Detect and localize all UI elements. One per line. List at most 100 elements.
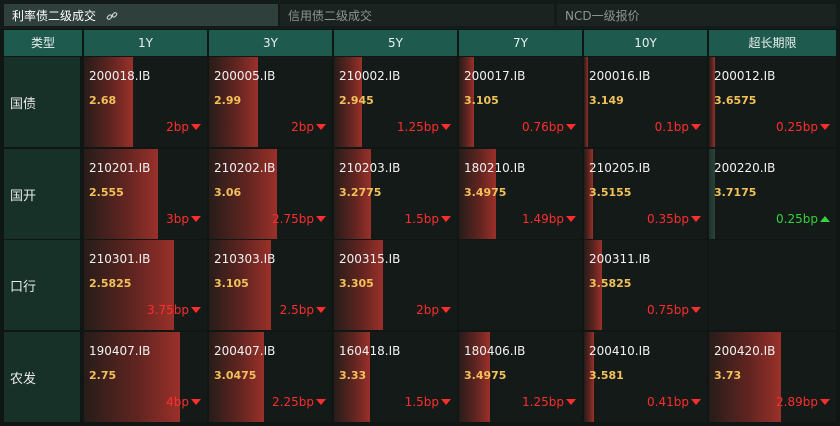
bond-code: 200017.IB <box>464 69 526 83</box>
triangle-down-icon <box>566 124 576 130</box>
row-label: 国开 <box>4 149 80 239</box>
bond-yield: 3.7175 <box>714 186 757 199</box>
bond-yield: 3.4975 <box>464 369 507 382</box>
yield-change-value: 0.1bp <box>654 120 689 134</box>
yield-change-value: 2.25bp <box>272 395 314 409</box>
yield-change: 0.35bp <box>647 212 701 226</box>
bond-cell-7y[interactable]: 200017.IB 3.105 0.76bp <box>459 57 582 147</box>
bond-yield: 2.555 <box>89 186 124 199</box>
bond-code: 200420.IB <box>714 344 776 358</box>
triangle-down-icon <box>691 307 701 313</box>
bond-code: 180210.IB <box>464 161 526 175</box>
yield-change-value: 4bp <box>166 395 189 409</box>
triangle-down-icon <box>441 124 451 130</box>
bond-cell-5y[interactable]: 210203.IB 3.2775 1.5bp <box>334 149 457 239</box>
bond-cell-10y[interactable]: 200016.IB 3.149 0.1bp <box>584 57 707 147</box>
bond-code: 210303.IB <box>214 252 276 266</box>
bond-cell-3y[interactable]: 200407.IB 3.0475 2.25bp <box>209 332 332 422</box>
yield-change: 2bp <box>291 120 326 134</box>
triangle-down-icon <box>316 216 326 222</box>
tab-rate-bond-secondary[interactable]: 利率债二级成交 <box>4 4 278 26</box>
triangle-down-icon <box>191 307 201 313</box>
bond-yield: 3.06 <box>214 186 242 199</box>
yield-change: 0.1bp <box>655 120 701 134</box>
bond-yield: 2.75 <box>89 369 117 382</box>
header-tenor-10y: 10Y <box>584 30 707 56</box>
yield-change-value: 2bp <box>416 303 439 317</box>
yield-change: 1.5bp <box>405 212 451 226</box>
link-icon[interactable] <box>106 10 118 22</box>
triangle-down-icon <box>691 216 701 222</box>
header-tenor-1y: 1Y <box>84 30 207 56</box>
bond-cell-3y[interactable]: 200005.IB 2.99 2bp <box>209 57 332 147</box>
bond-cell-10y[interactable]: 210205.IB 3.5155 0.35bp <box>584 149 707 239</box>
header-tenor-5y: 5Y <box>334 30 457 56</box>
tab-label: 信用债二级成交 <box>288 8 373 23</box>
bond-yield: 3.5825 <box>589 277 632 290</box>
bond-cell-7y <box>459 240 582 330</box>
bond-cell-ultra-long[interactable]: 200420.IB 3.73 2.89bp <box>709 332 836 422</box>
triangle-down-icon <box>441 216 451 222</box>
bond-cell-7y[interactable]: 180406.IB 3.4975 1.25bp <box>459 332 582 422</box>
header-tenor-7y: 7Y <box>459 30 582 56</box>
yield-change: 0.41bp <box>647 395 701 409</box>
bond-cell-7y[interactable]: 180210.IB 3.4975 1.49bp <box>459 149 582 239</box>
triangle-down-icon <box>191 399 201 405</box>
triangle-down-icon <box>441 399 451 405</box>
bond-cell-3y[interactable]: 210202.IB 3.06 2.75bp <box>209 149 332 239</box>
triangle-down-icon <box>691 399 701 405</box>
yield-change-value: 2.75bp <box>272 212 314 226</box>
triangle-up-icon <box>820 216 830 222</box>
yield-change: 3.75bp <box>147 303 201 317</box>
change-magnitude-bar <box>584 57 588 147</box>
bond-code: 210301.IB <box>89 252 151 266</box>
yield-change: 0.76bp <box>522 120 576 134</box>
bond-cell-3y[interactable]: 210303.IB 3.105 2.5bp <box>209 240 332 330</box>
yield-change-value: 1.25bp <box>397 120 439 134</box>
bond-cell-5y[interactable]: 200315.IB 3.305 2bp <box>334 240 457 330</box>
bond-cell-ultra-long[interactable]: 200220.IB 3.7175 0.25bp <box>709 149 836 239</box>
yield-change-value: 1.49bp <box>522 212 564 226</box>
yield-change-value: 0.25bp <box>776 120 818 134</box>
bond-code: 200220.IB <box>714 161 776 175</box>
yield-grid: 类型 1Y 3Y 5Y 7Y 10Y 超长期限 国债 200018.IB 2.68 2… <box>0 29 840 426</box>
bond-cell-10y[interactable]: 200410.IB 3.581 0.41bp <box>584 332 707 422</box>
bond-code: 210201.IB <box>89 161 151 175</box>
triangle-down-icon <box>191 124 201 130</box>
bond-code: 210202.IB <box>214 161 276 175</box>
bond-code: 210203.IB <box>339 161 401 175</box>
yield-change-value: 2.5bp <box>279 303 314 317</box>
yield-change-value: 0.76bp <box>522 120 564 134</box>
bond-cell-5y[interactable]: 210002.IB 2.945 1.25bp <box>334 57 457 147</box>
bond-cell-ultra-long <box>709 240 836 330</box>
yield-change-value: 3.75bp <box>147 303 189 317</box>
bond-cell-1y[interactable]: 200018.IB 2.68 2bp <box>84 57 207 147</box>
yield-change: 2bp <box>166 120 201 134</box>
triangle-down-icon <box>566 216 576 222</box>
yield-change: 1.49bp <box>522 212 576 226</box>
triangle-down-icon <box>820 124 830 130</box>
yield-change: 0.25bp <box>776 212 830 226</box>
tab-credit-bond-secondary[interactable]: 信用债二级成交 <box>280 4 554 26</box>
yield-change-value: 2.89bp <box>776 395 818 409</box>
bond-yield: 3.6575 <box>714 94 757 107</box>
bond-cell-1y[interactable]: 190407.IB 2.75 4bp <box>84 332 207 422</box>
bond-cell-1y[interactable]: 210301.IB 2.5825 3.75bp <box>84 240 207 330</box>
bond-code: 200410.IB <box>589 344 651 358</box>
tab-ncd-primary-quote[interactable]: NCD一级报价 <box>557 4 836 26</box>
bond-cell-1y[interactable]: 210201.IB 2.555 3bp <box>84 149 207 239</box>
bond-code: 200018.IB <box>89 69 151 83</box>
bond-yield: 2.945 <box>339 94 374 107</box>
bond-cell-10y[interactable]: 200311.IB 3.5825 0.75bp <box>584 240 707 330</box>
header-type: 类型 <box>4 30 82 56</box>
bond-code: 180406.IB <box>464 344 526 358</box>
yield-change: 0.25bp <box>776 120 830 134</box>
bond-code: 210205.IB <box>589 161 651 175</box>
bond-yield: 3.5155 <box>589 186 632 199</box>
yield-change-value: 0.75bp <box>647 303 689 317</box>
tab-bar: 利率债二级成交 信用债二级成交 NCD一级报价 <box>0 0 840 29</box>
bond-cell-5y[interactable]: 160418.IB 3.33 1.5bp <box>334 332 457 422</box>
bond-cell-ultra-long[interactable]: 200012.IB 3.6575 0.25bp <box>709 57 836 147</box>
bond-code: 160418.IB <box>339 344 401 358</box>
bond-yield: 3.4975 <box>464 186 507 199</box>
